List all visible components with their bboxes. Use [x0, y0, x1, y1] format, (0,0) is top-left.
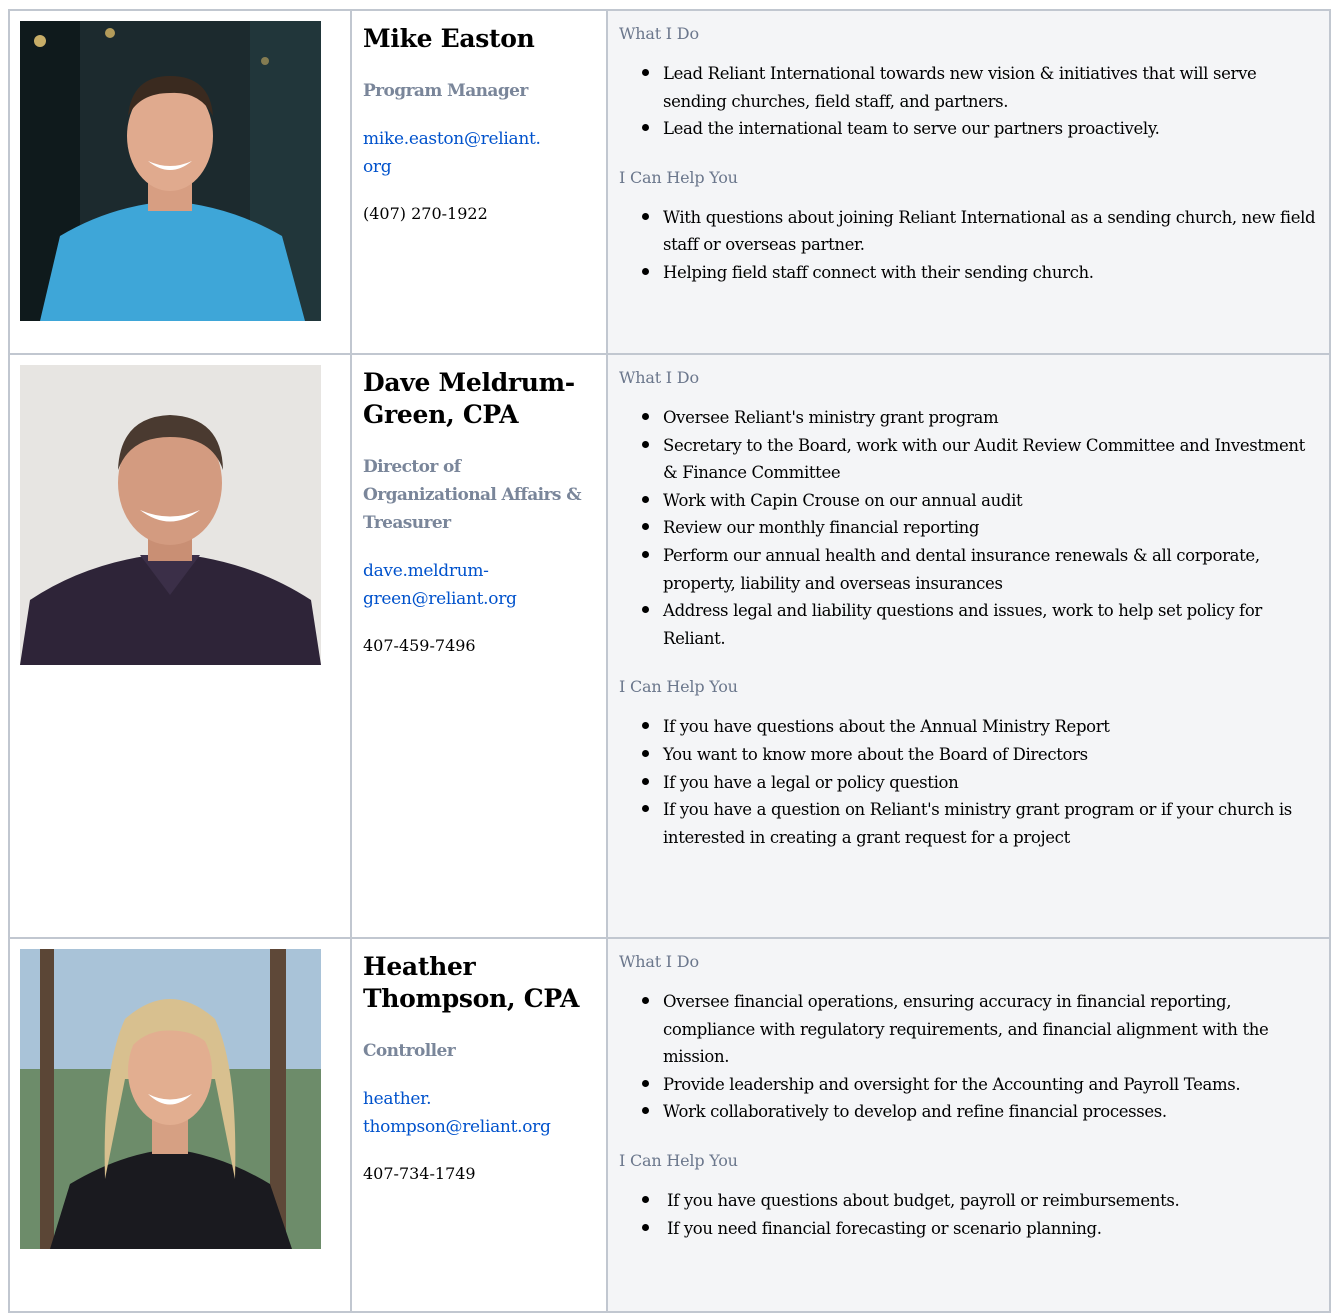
i-can-help-heading: I Can Help You — [619, 167, 738, 187]
staff-phone: 407-459-7496 — [363, 636, 476, 655]
info-cell: Dave Meldrum-Green, CPA Director of Orga… — [350, 353, 608, 939]
list-item: Lead the international team to serve our… — [642, 115, 1329, 143]
staff-name: Mike Easton — [363, 24, 535, 53]
staff-email-link[interactable]: heather. thompson@reliant.org — [363, 1085, 596, 1141]
list-item: Provide leadership and oversight for the… — [642, 1071, 1329, 1099]
staff-email-link[interactable]: dave.meldrum- green@reliant.org — [363, 557, 596, 613]
list-item: Address legal and liability questions an… — [642, 597, 1329, 652]
list-item: With questions about joining Reliant Int… — [642, 204, 1329, 259]
list-item: You want to know more about the Board of… — [642, 741, 1329, 769]
list-item: Oversee financial operations, ensuring a… — [642, 988, 1329, 1071]
list-item: Lead Reliant International towards new v… — [642, 60, 1329, 115]
i-can-help-list: If you have questions about budget, payr… — [619, 1187, 1329, 1242]
staff-name: Heather Thompson, CPA — [363, 952, 580, 1013]
staff-photo-mike-easton — [20, 21, 321, 321]
what-i-do-heading: What I Do — [619, 952, 699, 971]
list-item: Helping field staff connect with their s… — [642, 259, 1329, 287]
staff-name: Dave Meldrum-Green, CPA — [363, 368, 575, 429]
staff-title: Director of Organizational Affairs & Tre… — [363, 457, 582, 533]
staff-phone: (407) 270-1922 — [363, 204, 488, 223]
i-can-help-list: With questions about joining Reliant Int… — [619, 204, 1329, 287]
i-can-help-heading: I Can Help You — [619, 1150, 738, 1170]
list-item: If you have a question on Reliant's mini… — [642, 796, 1329, 851]
list-item: If you have questions about the Annual M… — [642, 713, 1329, 741]
what-i-do-heading: What I Do — [619, 24, 699, 43]
what-i-do-list: Lead Reliant International towards new v… — [619, 60, 1329, 143]
what-i-do-list: Oversee Reliant's ministry grant program… — [619, 404, 1329, 652]
photo-cell — [8, 353, 352, 939]
list-item: Perform our annual health and dental ins… — [642, 542, 1329, 597]
role-cell: What I Do Oversee financial operations, … — [606, 937, 1331, 1313]
photo-cell — [8, 937, 352, 1313]
photo-cell — [8, 9, 352, 355]
list-item: If you need financial forecasting or sce… — [642, 1215, 1329, 1243]
list-item: If you have a legal or policy question — [642, 769, 1329, 797]
i-can-help-heading: I Can Help You — [619, 677, 738, 697]
staff-email-link[interactable]: mike.easton@reliant. org — [363, 125, 596, 181]
staff-photo-heather-thompson — [20, 949, 321, 1249]
staff-title: Program Manager — [363, 81, 528, 101]
list-item: Review our monthly financial reporting — [642, 514, 1329, 542]
staff-title: Controller — [363, 1041, 456, 1061]
list-item: Oversee Reliant's ministry grant program — [642, 404, 1329, 432]
role-cell: What I Do Lead Reliant International tow… — [606, 9, 1331, 355]
list-item: Work with Capin Crouse on our annual aud… — [642, 487, 1329, 515]
staff-table: Mike Easton Program Manager mike.easton@… — [8, 9, 1331, 1313]
i-can-help-list: If you have questions about the Annual M… — [619, 713, 1329, 851]
what-i-do-list: Oversee financial operations, ensuring a… — [619, 988, 1329, 1126]
what-i-do-heading: What I Do — [619, 368, 699, 387]
role-cell: What I Do Oversee Reliant's ministry gra… — [606, 353, 1331, 939]
list-item: Work collaboratively to develop and refi… — [642, 1098, 1329, 1126]
staff-photo-dave-meldrum-green — [20, 365, 321, 665]
list-item: If you have questions about budget, payr… — [642, 1187, 1329, 1215]
table-row: Mike Easton Program Manager mike.easton@… — [8, 9, 1331, 355]
staff-phone: 407-734-1749 — [363, 1164, 476, 1183]
info-cell: Mike Easton Program Manager mike.easton@… — [350, 9, 608, 355]
table-row: Heather Thompson, CPA Controller heather… — [8, 937, 1331, 1313]
info-cell: Heather Thompson, CPA Controller heather… — [350, 937, 608, 1313]
list-item: Secretary to the Board, work with our Au… — [642, 432, 1329, 487]
table-row: Dave Meldrum-Green, CPA Director of Orga… — [8, 353, 1331, 939]
